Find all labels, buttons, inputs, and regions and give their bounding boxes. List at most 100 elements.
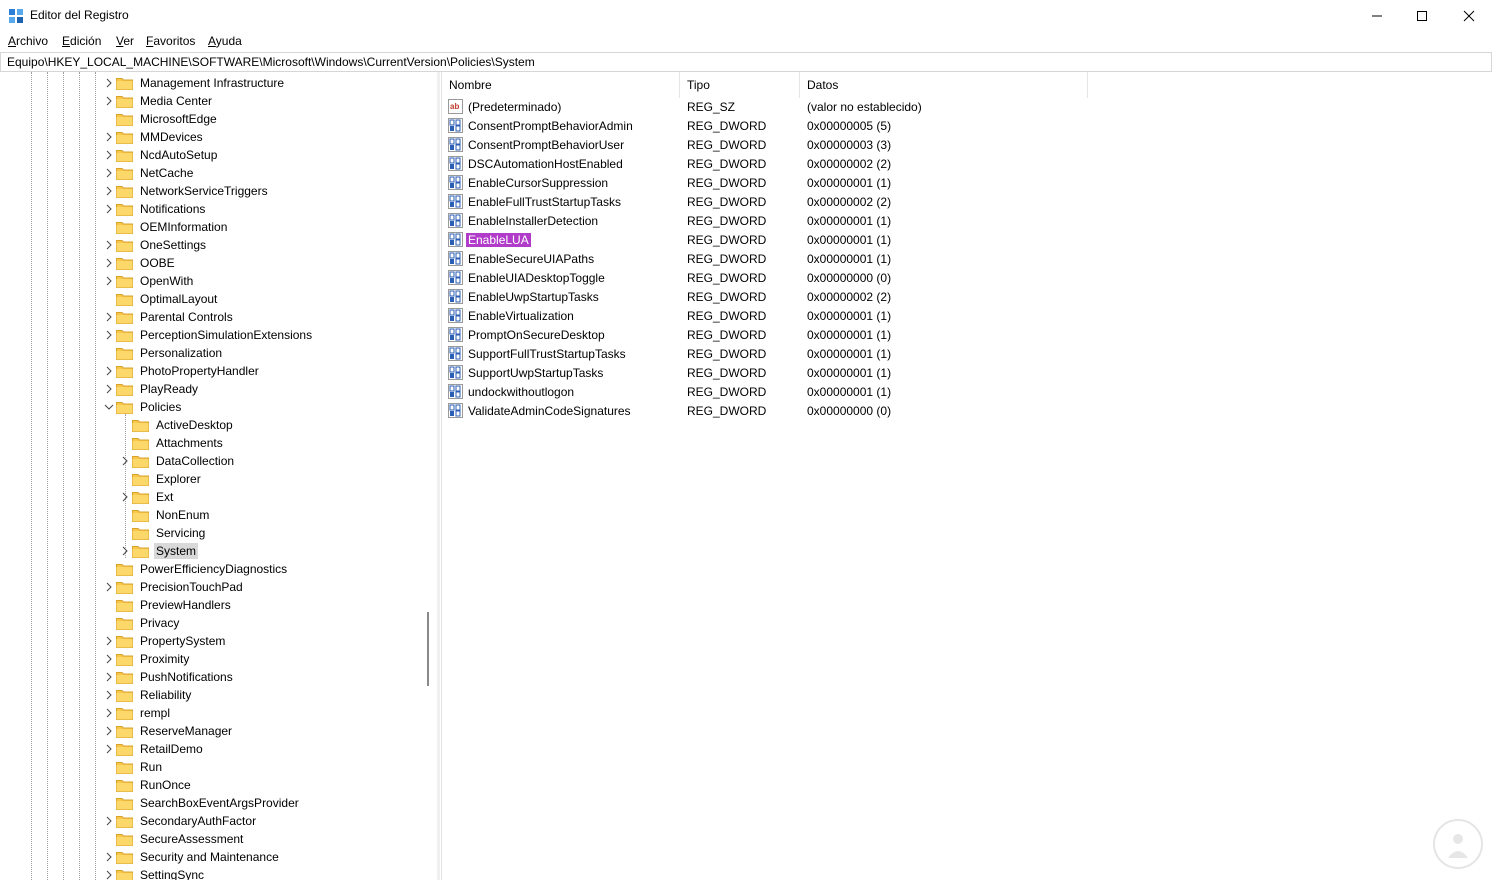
- chevron-right-icon[interactable]: [104, 672, 114, 682]
- table-row[interactable]: DSCAutomationHostEnabled REG_DWORD 0x00000…: [442, 155, 1442, 174]
- tree-item[interactable]: PushNotifications: [104, 668, 235, 686]
- tree-item[interactable]: Attachments: [120, 434, 225, 452]
- tree-item[interactable]: NonEnum: [120, 506, 211, 524]
- tree-scrollbar-thumb[interactable]: [427, 612, 429, 686]
- chevron-right-icon[interactable]: [104, 330, 114, 340]
- chevron-right-icon[interactable]: [104, 744, 114, 754]
- tree-item[interactable]: Policies: [104, 398, 183, 416]
- tree-item[interactable]: RunOnce: [104, 776, 193, 794]
- tree-item[interactable]: Notifications: [104, 200, 207, 218]
- tree-item[interactable]: Parental Controls: [104, 308, 235, 326]
- table-row[interactable]: SupportFullTrustStartupTasks REG_DWORD 0x0…: [442, 345, 1442, 364]
- tree-item[interactable]: Reliability: [104, 686, 193, 704]
- table-row[interactable]: ConsentPromptBehaviorUser REG_DWORD 0x0000…: [442, 136, 1442, 155]
- tree-item[interactable]: Explorer: [120, 470, 203, 488]
- tree-item[interactable]: Personalization: [104, 344, 224, 362]
- table-row[interactable]: ab (Predeterminado) REG_SZ (valor no establ…: [442, 98, 1442, 117]
- tree-item[interactable]: MMDevices: [104, 128, 205, 146]
- menu-ayuda[interactable]: Ayuda: [208, 34, 242, 48]
- chevron-right-icon[interactable]: [104, 186, 114, 196]
- tree-item[interactable]: Security and Maintenance: [104, 848, 281, 866]
- tree-item[interactable]: ActiveDesktop: [120, 416, 235, 434]
- chevron-right-icon[interactable]: [104, 312, 114, 322]
- chevron-right-icon[interactable]: [104, 240, 114, 250]
- tree-item[interactable]: OptimalLayout: [104, 290, 219, 308]
- maximize-button[interactable]: [1399, 0, 1445, 31]
- tree-item[interactable]: Run: [104, 758, 164, 776]
- tree-item[interactable]: System: [120, 542, 199, 560]
- chevron-right-icon[interactable]: [104, 168, 114, 178]
- table-row[interactable]: EnableCursorSuppression REG_DWORD 0x000000…: [442, 174, 1442, 193]
- table-row[interactable]: undockwithoutlogon REG_DWORD 0x00000001 (1…: [442, 383, 1442, 402]
- table-row[interactable]: EnableInstallerDetection REG_DWORD 0x00000…: [442, 212, 1442, 231]
- chevron-right-icon[interactable]: [104, 96, 114, 106]
- chevron-right-icon[interactable]: [104, 870, 114, 880]
- chevron-right-icon[interactable]: [104, 636, 114, 646]
- chevron-down-icon[interactable]: [104, 402, 114, 412]
- column-header-data[interactable]: Datos: [800, 72, 1088, 98]
- table-row[interactable]: ValidateAdminCodeSignatures REG_DWORD 0x00…: [442, 402, 1442, 421]
- tree-item[interactable]: OOBE: [104, 254, 177, 272]
- chevron-right-icon[interactable]: [120, 456, 130, 466]
- chevron-right-icon[interactable]: [120, 492, 130, 502]
- chevron-right-icon[interactable]: [104, 690, 114, 700]
- chevron-right-icon[interactable]: [104, 852, 114, 862]
- tree-item[interactable]: PropertySystem: [104, 632, 227, 650]
- tree-item[interactable]: PerceptionSimulationExtensions: [104, 326, 314, 344]
- tree-item[interactable]: OneSettings: [104, 236, 208, 254]
- close-button[interactable]: [1446, 0, 1492, 31]
- tree-item[interactable]: MicrosoftEdge: [104, 110, 219, 128]
- chevron-right-icon[interactable]: [104, 132, 114, 142]
- chevron-right-icon[interactable]: [104, 78, 114, 88]
- table-row[interactable]: SupportUwpStartupTasks REG_DWORD 0x0000000…: [442, 364, 1442, 383]
- address-bar[interactable]: Equipo\HKEY_LOCAL_MACHINE\SOFTWARE\Micro…: [0, 52, 1492, 72]
- tree-item[interactable]: OpenWith: [104, 272, 195, 290]
- tree-item[interactable]: SecureAssessment: [104, 830, 245, 848]
- menu-favoritos[interactable]: Favoritos: [146, 34, 195, 48]
- tree-item[interactable]: ReserveManager: [104, 722, 234, 740]
- table-row[interactable]: EnableFullTrustStartupTasks REG_DWORD 0x00…: [442, 193, 1442, 212]
- table-row[interactable]: EnableLUA REG_DWORD 0x00000001 (1): [442, 231, 1442, 250]
- menu-archivo[interactable]: Archivo: [8, 34, 48, 48]
- tree-item[interactable]: PrecisionTouchPad: [104, 578, 245, 596]
- tree-item[interactable]: PreviewHandlers: [104, 596, 233, 614]
- chevron-right-icon[interactable]: [104, 204, 114, 214]
- address-path[interactable]: Equipo\HKEY_LOCAL_MACHINE\SOFTWARE\Micro…: [7, 55, 535, 69]
- tree-item[interactable]: Privacy: [104, 614, 181, 632]
- chevron-right-icon[interactable]: [104, 276, 114, 286]
- values-pane[interactable]: Nombre Tipo Datos ab (Predeterminado) REG_…: [441, 72, 1491, 880]
- minimize-button[interactable]: [1354, 0, 1400, 31]
- tree-item[interactable]: PhotoPropertyHandler: [104, 362, 261, 380]
- table-row[interactable]: EnableVirtualization REG_DWORD 0x00000001 …: [442, 307, 1442, 326]
- tree-item[interactable]: DataCollection: [120, 452, 236, 470]
- column-header-type[interactable]: Tipo: [680, 72, 800, 98]
- tree-item[interactable]: OEMInformation: [104, 218, 229, 236]
- tree-item[interactable]: Proximity: [104, 650, 191, 668]
- tree-item[interactable]: SearchBoxEventArgsProvider: [104, 794, 301, 812]
- table-row[interactable]: EnableUwpStartupTasks REG_DWORD 0x00000002…: [442, 288, 1442, 307]
- table-row[interactable]: ConsentPromptBehaviorAdmin REG_DWORD 0x000…: [442, 117, 1442, 136]
- tree-item[interactable]: Management Infrastructure: [104, 74, 286, 92]
- chevron-right-icon[interactable]: [120, 546, 130, 556]
- chevron-right-icon[interactable]: [104, 726, 114, 736]
- table-row[interactable]: EnableUIADesktopToggle REG_DWORD 0x0000000…: [442, 269, 1442, 288]
- tree-item[interactable]: Ext: [120, 488, 175, 506]
- tree-item[interactable]: PowerEfficiencyDiagnostics: [104, 560, 289, 578]
- chevron-right-icon[interactable]: [104, 150, 114, 160]
- chevron-right-icon[interactable]: [104, 366, 114, 376]
- tree-item[interactable]: rempl: [104, 704, 172, 722]
- tree-item[interactable]: Media Center: [104, 92, 214, 110]
- chevron-right-icon[interactable]: [104, 654, 114, 664]
- tree-item[interactable]: RetailDemo: [104, 740, 205, 758]
- tree-item[interactable]: SettingSync: [104, 866, 206, 880]
- tree-item[interactable]: NetCache: [104, 164, 195, 182]
- tree-item[interactable]: Servicing: [120, 524, 207, 542]
- chevron-right-icon[interactable]: [104, 258, 114, 268]
- menu-ver[interactable]: Ver: [116, 34, 134, 48]
- tree-item[interactable]: PlayReady: [104, 380, 200, 398]
- tree-item[interactable]: NetworkServiceTriggers: [104, 182, 270, 200]
- tree-pane[interactable]: Management Infrastructure Media Center Mic…: [1, 72, 438, 880]
- chevron-right-icon[interactable]: [104, 582, 114, 592]
- chevron-right-icon[interactable]: [104, 708, 114, 718]
- table-row[interactable]: EnableSecureUIAPaths REG_DWORD 0x00000001 …: [442, 250, 1442, 269]
